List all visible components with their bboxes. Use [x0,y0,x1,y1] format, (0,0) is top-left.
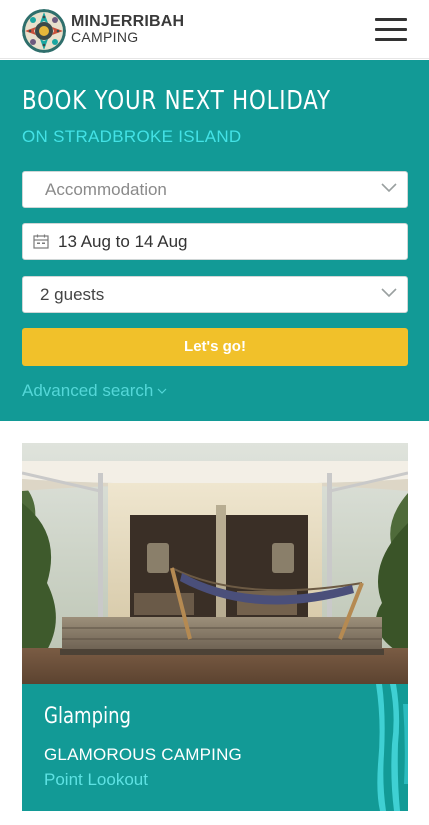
chevron-down-icon [381,288,397,298]
card-location: Point Lookout [44,770,148,789]
date-range-value: 13 Aug to 14 Aug [58,232,188,251]
accommodation-card[interactable]: Glamping GLAMOROUS CAMPING Point Lookout [22,443,408,811]
chevron-down-icon [381,183,397,193]
guests-value: 2 guests [40,285,105,304]
logo-line1: MINJERRIBAH [71,13,185,30]
chevron-down-icon [157,388,167,394]
guests-select[interactable]: 2 guests [22,276,408,313]
date-range-field[interactable]: 13 Aug to 14 Aug [22,223,408,260]
advanced-search-label: Advanced search [22,381,154,400]
hamburger-menu-icon[interactable] [372,14,410,46]
card-info-panel: Glamping GLAMOROUS CAMPING Point Lookout [22,684,408,811]
card-subtitle: GLAMOROUS CAMPING [44,745,242,764]
card-title: Glamping [44,704,131,729]
decorative-pattern-icon [376,684,408,811]
logo-icon[interactable] [22,9,66,53]
logo-line2: CAMPING [71,29,139,45]
glamping-tent-photo [22,443,408,684]
logo-wordmark[interactable]: MINJERRIBAH CAMPING [71,13,184,45]
booking-subtitle: ON STRADBROKE ISLAND [22,127,242,146]
booking-title: BOOK YOUR NEXT HOLIDAY [22,86,331,116]
site-header: MINJERRIBAH CAMPING [0,0,429,59]
lets-go-button[interactable]: Let's go! [22,328,408,366]
booking-panel: BOOK YOUR NEXT HOLIDAY ON STRADBROKE ISL… [0,60,429,421]
advanced-search-link[interactable]: Advanced search [22,381,167,401]
accommodation-select[interactable]: Accommodation [22,171,408,208]
calendar-icon [33,234,49,249]
accommodation-value: Accommodation [45,180,167,199]
